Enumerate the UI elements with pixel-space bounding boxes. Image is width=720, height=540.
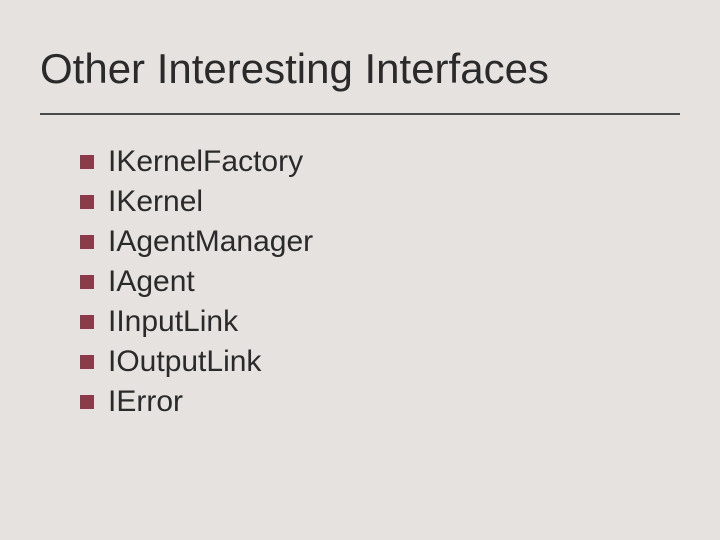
list-item-label: IKernelFactory (108, 145, 303, 179)
list-item: IError (80, 385, 680, 419)
list-item: IInputLink (80, 305, 680, 339)
bullet-icon (80, 195, 94, 209)
list-item: IAgent (80, 265, 680, 299)
slide-title: Other Interesting Interfaces (40, 45, 680, 115)
list-item-label: IKernel (108, 185, 203, 219)
bullet-icon (80, 395, 94, 409)
list-item-label: IAgent (108, 265, 195, 299)
list-item: IKernelFactory (80, 145, 680, 179)
list-item-label: IOutputLink (108, 345, 261, 379)
bullet-icon (80, 235, 94, 249)
slide-container: Other Interesting Interfaces IKernelFact… (0, 0, 720, 540)
bullet-icon (80, 315, 94, 329)
list-item: IOutputLink (80, 345, 680, 379)
bullet-icon (80, 275, 94, 289)
bullet-icon (80, 355, 94, 369)
list-item: IAgentManager (80, 225, 680, 259)
interface-list: IKernelFactory IKernel IAgentManager IAg… (40, 145, 680, 419)
bullet-icon (80, 155, 94, 169)
list-item-label: IError (108, 385, 183, 419)
list-item: IKernel (80, 185, 680, 219)
list-item-label: IInputLink (108, 305, 238, 339)
list-item-label: IAgentManager (108, 225, 313, 259)
